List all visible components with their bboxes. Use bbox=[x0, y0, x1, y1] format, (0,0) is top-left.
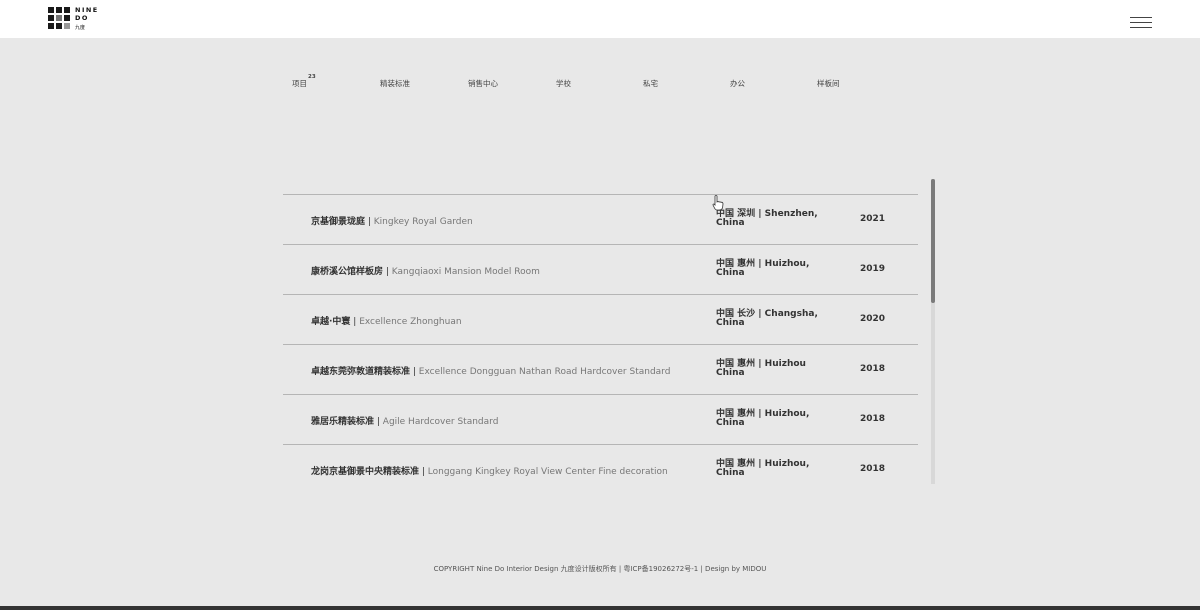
project-name-en: Excellence Zhonghuan bbox=[359, 317, 462, 327]
category-school[interactable]: 学校 bbox=[556, 78, 571, 89]
project-year: 2019 bbox=[860, 264, 886, 274]
project-location: 中国 惠州 | Huizhou, China bbox=[716, 409, 810, 428]
project-year: 2018 bbox=[860, 464, 886, 474]
project-year: 2020 bbox=[860, 314, 886, 324]
category-all-projects[interactable]: 项目 23 bbox=[292, 74, 316, 89]
project-name: 卓越·中寰 | Excellence Zhonghuan bbox=[311, 317, 462, 327]
project-name-zh: 龙岗京基御景中央精装标准 bbox=[311, 467, 420, 477]
category-label: 项目 bbox=[292, 79, 307, 88]
project-list: 京基御景珑庭 | Kingkey Royal Garden 中国 深圳 | Sh… bbox=[283, 194, 918, 484]
project-name-zh: 卓越东莞弥敦道精装标准 bbox=[311, 367, 411, 377]
category-label: 私宅 bbox=[643, 79, 658, 88]
category-nav: 项目 23 精装标准 销售中心 学校 私宅 办公 样板间 bbox=[292, 74, 912, 94]
project-name-zh: 雅居乐精装标准 bbox=[311, 417, 375, 427]
logo-subtitle: 九度 bbox=[75, 25, 86, 31]
bottom-border bbox=[0, 606, 1200, 610]
project-name: 康桥溪公馆样板房 | Kangqiaoxi Mansion Model Room bbox=[311, 267, 540, 277]
project-name: 雅居乐精装标准 | Agile Hardcover Standard bbox=[311, 417, 499, 427]
hand-pointer-icon bbox=[712, 195, 724, 211]
project-year: 2021 bbox=[860, 214, 886, 224]
scrollbar-thumb[interactable] bbox=[931, 179, 935, 303]
project-name-zh: 京基御景珑庭 bbox=[311, 217, 366, 227]
project-name-en: Kingkey Royal Garden bbox=[373, 217, 473, 227]
project-location: 中国 长沙 | Changsha, China bbox=[716, 309, 818, 328]
logo-grid-icon bbox=[48, 7, 72, 31]
category-private-residence[interactable]: 私宅 bbox=[643, 78, 658, 89]
project-location: 中国 惠州 | Huizhou China bbox=[716, 359, 806, 378]
project-year: 2018 bbox=[860, 414, 886, 424]
category-office[interactable]: 办公 bbox=[730, 78, 745, 89]
hamburger-menu-icon[interactable] bbox=[1130, 17, 1152, 29]
logo-line-2: DO bbox=[75, 13, 89, 22]
project-row[interactable]: 康桥溪公馆样板房 | Kangqiaoxi Mansion Model Room… bbox=[283, 244, 918, 294]
footer-copyright: COPYRIGHT Nine Do Interior Design 九度设计版权… bbox=[433, 565, 767, 573]
project-name: 卓越东莞弥敦道精装标准 | Excellence Dongguan Nathan… bbox=[311, 367, 671, 377]
category-label: 精装标准 bbox=[380, 79, 410, 88]
project-name: 龙岗京基御景中央精装标准 | Longgang Kingkey Royal Vi… bbox=[311, 467, 668, 477]
project-name-zh: 康桥溪公馆样板房 bbox=[311, 267, 384, 277]
project-location: 中国 惠州 | Huizhou, China bbox=[716, 259, 810, 278]
category-label: 销售中心 bbox=[468, 79, 498, 88]
project-name-en: Excellence Dongguan Nathan Road Hardcove… bbox=[418, 367, 671, 377]
project-count-badge: 23 bbox=[308, 74, 316, 80]
category-label: 办公 bbox=[730, 79, 745, 88]
logo-wordmark: NINE DO bbox=[75, 6, 99, 22]
project-location: 中国 惠州 | Huizhou, China bbox=[716, 459, 810, 478]
project-name-en: Agile Hardcover Standard bbox=[382, 417, 499, 427]
project-row[interactable]: 雅居乐精装标准 | Agile Hardcover Standard 中国 惠州… bbox=[283, 394, 918, 444]
category-hardcover-standard[interactable]: 精装标准 bbox=[380, 78, 410, 89]
category-model-room[interactable]: 样板间 bbox=[817, 78, 840, 89]
project-year: 2018 bbox=[860, 364, 886, 374]
project-name-en: Longgang Kingkey Royal View Center Fine … bbox=[427, 467, 668, 477]
scrollbar[interactable] bbox=[931, 179, 935, 484]
category-label: 学校 bbox=[556, 79, 571, 88]
project-name-zh: 卓越·中寰 bbox=[311, 317, 351, 327]
site-header: NINE DO 九度 bbox=[0, 0, 1200, 38]
project-row[interactable]: 京基御景珑庭 | Kingkey Royal Garden 中国 深圳 | Sh… bbox=[283, 194, 918, 244]
project-row[interactable]: 卓越东莞弥敦道精装标准 | Excellence Dongguan Nathan… bbox=[283, 344, 918, 394]
category-sales-center[interactable]: 销售中心 bbox=[468, 78, 498, 89]
project-row[interactable]: 卓越·中寰 | Excellence Zhonghuan 中国 长沙 | Cha… bbox=[283, 294, 918, 344]
category-label: 样板间 bbox=[817, 79, 840, 88]
project-location: 中国 深圳 | Shenzhen, China bbox=[716, 209, 818, 228]
project-name: 京基御景珑庭 | Kingkey Royal Garden bbox=[311, 217, 473, 227]
project-row[interactable]: 龙岗京基御景中央精装标准 | Longgang Kingkey Royal Vi… bbox=[283, 444, 918, 484]
project-name-en: Kangqiaoxi Mansion Model Room bbox=[391, 267, 540, 277]
